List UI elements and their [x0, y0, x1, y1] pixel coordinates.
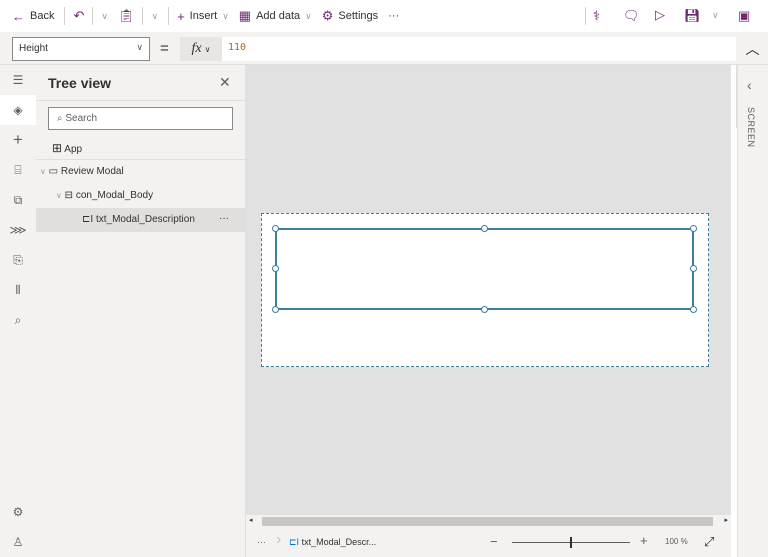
chevron-down-icon: ∨: [56, 191, 62, 200]
expand-chevron-left-icon[interactable]: ‹: [747, 77, 752, 93]
tree-item-screen[interactable]: ∨ ▭ Review Modal: [40, 166, 124, 177]
equals-sign: =: [160, 40, 169, 57]
tree-view-panel: Tree view ✕ ⌕ Search ⊞ App ∨ ▭ Review Mo…: [36, 65, 246, 557]
horizontal-scrollbar[interactable]: ◂ ▸: [246, 515, 731, 528]
text-input-icon: ⊏I: [82, 214, 94, 225]
zoom-level: 100 %: [665, 537, 688, 546]
paste-icon[interactable]: 📋︎: [118, 8, 135, 24]
hamburger-menu-icon[interactable]: ☰: [0, 65, 36, 95]
app-icon: ⊞: [52, 141, 63, 155]
back-button[interactable]: ← Back: [12, 9, 54, 24]
settings-gear-icon[interactable]: ⚙: [0, 497, 36, 527]
search-icon: ⌕: [57, 113, 63, 124]
chevron-down-icon: ∨: [305, 10, 312, 21]
virtual-agent-icon[interactable]: ♙: [0, 527, 36, 557]
chevron-down-icon: ∨: [136, 42, 143, 52]
power-automate-icon[interactable]: ⋙: [0, 215, 36, 245]
more-options-button[interactable]: ···: [219, 213, 229, 224]
text-input-icon: ⊏I: [289, 537, 300, 547]
insert-plus-icon[interactable]: +: [0, 125, 36, 155]
add-data-button[interactable]: ▦ Add data ∨: [239, 8, 312, 24]
tree-item-container[interactable]: ∨ ⊟ con_Modal_Body: [56, 190, 153, 201]
property-dropdown[interactable]: Height ∨: [12, 37, 150, 61]
undo-chevron-icon[interactable]: ∨: [101, 11, 108, 22]
search-icon[interactable]: ⌕: [0, 305, 36, 335]
collapse-formula-button[interactable]: ︿: [737, 32, 768, 65]
breadcrumb-more-button[interactable]: ···: [257, 537, 266, 547]
play-icon[interactable]: ▷: [655, 7, 665, 23]
tree-view-title: Tree view: [48, 75, 112, 91]
tree-item-selected[interactable]: ⊏I txt_Modal_Description ···: [36, 208, 245, 232]
gear-icon: ⚙: [321, 8, 334, 23]
breadcrumb-separator: ›: [276, 531, 282, 548]
fx-button[interactable]: fx ∨: [180, 37, 222, 61]
save-icon[interactable]: 💾︎: [684, 8, 701, 24]
command-bar: ← Back ↶ ∨ 📋︎ ∨ + Insert ∨ ▦ Add data ∨ ⚙ Settin…: [0, 0, 768, 32]
scroll-left-icon[interactable]: ◂: [249, 516, 253, 524]
save-chevron-icon[interactable]: ∨: [712, 10, 719, 21]
search-input[interactable]: ⌕ Search: [48, 107, 233, 130]
component-icon[interactable]: ⎘: [0, 245, 36, 275]
screen-icon: ▭: [48, 166, 59, 177]
zoom-out-button[interactable]: −: [490, 534, 498, 549]
scrollbar-thumb[interactable]: [262, 517, 713, 526]
container-icon: ⊟: [64, 190, 74, 201]
canvas: [246, 65, 731, 515]
selected-control[interactable]: [275, 228, 694, 310]
plus-icon: +: [177, 8, 185, 24]
more-button[interactable]: ···: [388, 10, 399, 22]
data-cylinder-icon[interactable]: ⌸: [0, 155, 36, 185]
tree-item-app[interactable]: ⊞ App: [52, 141, 82, 155]
breadcrumb-item[interactable]: ⊏I txt_Modal_Descr...: [289, 537, 376, 548]
database-icon: ▦: [238, 8, 252, 23]
undo-icon[interactable]: ↶: [73, 8, 84, 24]
close-icon[interactable]: ✕: [219, 74, 231, 91]
advanced-tools-icon[interactable]: ⫴: [0, 275, 36, 305]
screen-panel-label: SCREEN: [746, 107, 756, 148]
paste-chevron-icon[interactable]: ∨: [151, 11, 158, 22]
publish-icon[interactable]: ▣: [738, 8, 750, 24]
media-icon[interactable]: ⧉: [0, 185, 36, 215]
formula-input[interactable]: 110: [222, 37, 736, 61]
chevron-down-icon: ∨: [204, 44, 211, 54]
stethoscope-icon[interactable]: ⚕: [593, 8, 600, 24]
zoom-in-button[interactable]: +: [640, 533, 648, 548]
tree-view-layers-icon[interactable]: ◈: [0, 95, 36, 125]
status-bar: ··· › ⊏I txt_Modal_Descr... − + 100 % ⤢: [246, 528, 731, 557]
comment-icon[interactable]: 🗨︎: [623, 8, 640, 24]
insert-button[interactable]: + Insert ∨: [177, 9, 229, 24]
chevron-down-icon: ∨: [40, 167, 46, 176]
right-properties-panel: ‹ SCREEN: [737, 65, 768, 557]
arrow-left-icon: ←: [12, 8, 25, 24]
chevron-down-icon: ∨: [222, 10, 229, 21]
zoom-slider-thumb[interactable]: [570, 537, 572, 548]
settings-button[interactable]: ⚙ Settings: [322, 8, 378, 24]
left-rail: ☰ ◈ + ⌸ ⧉ ⋙ ⎘ ⫴ ⌕ ⚙ ♙: [0, 65, 36, 557]
scroll-right-icon[interactable]: ▸: [724, 516, 728, 524]
fit-to-window-icon[interactable]: ⤢: [704, 534, 714, 550]
